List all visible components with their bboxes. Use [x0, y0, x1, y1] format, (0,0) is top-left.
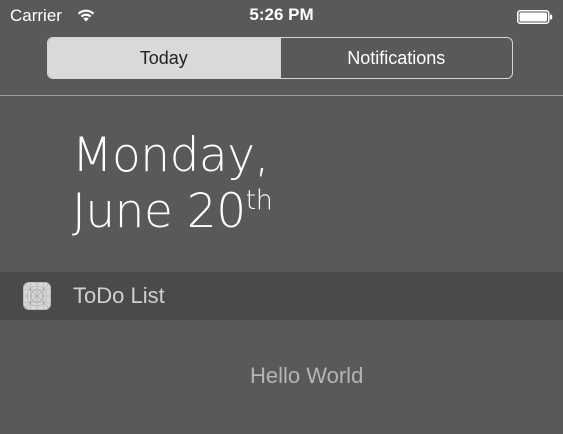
app-icon-grid: [24, 283, 50, 309]
status-time: 5:26 PM: [249, 5, 314, 24]
date-ordinal-suffix: th: [245, 185, 273, 216]
widget-body[interactable]: Hello World: [0, 320, 563, 434]
date-month-day: June 20: [72, 184, 246, 239]
battery-full-icon: [517, 10, 553, 24]
status-bar: Carrier 5:26 PM: [0, 0, 563, 34]
divider: [0, 95, 563, 96]
today-notifications-segmented-control: Today Notifications: [47, 37, 513, 79]
date-heading: Monday, June 20th: [72, 128, 273, 240]
tab-notifications[interactable]: Notifications: [279, 38, 513, 78]
app-icon: [23, 282, 51, 310]
widget-content-label: Hello World: [250, 363, 364, 388]
notification-center-screen: Carrier 5:26 PM Today Notifications Mond…: [0, 0, 563, 434]
date-weekday: Monday,: [72, 128, 269, 183]
date-month-day-line: June 20th: [72, 184, 273, 240]
widget-header[interactable]: ToDo List: [0, 272, 563, 320]
widget-title: ToDo List: [73, 283, 165, 308]
tab-today[interactable]: Today: [48, 38, 280, 78]
